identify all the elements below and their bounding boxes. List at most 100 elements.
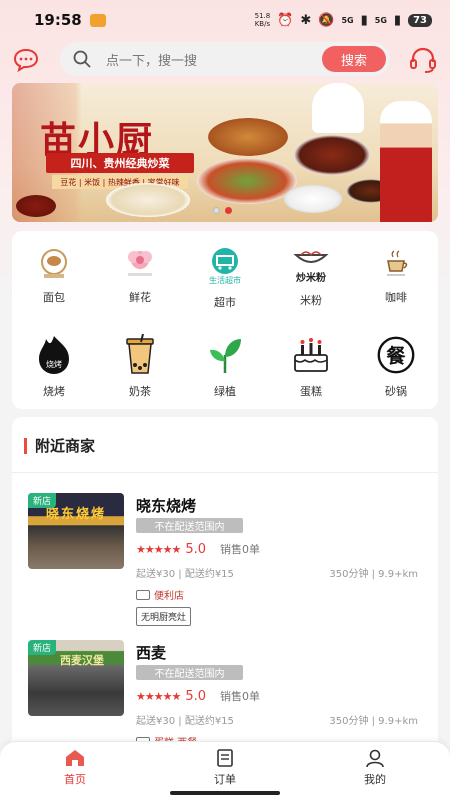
- rating-stars: ★★★★★: [136, 542, 181, 556]
- plant-icon: [203, 335, 247, 375]
- alarm-icon: ⏰: [277, 12, 294, 28]
- category-coffee[interactable]: 咖啡: [356, 233, 436, 305]
- shop-name: 晓东烧烤: [136, 497, 197, 515]
- flower-icon: [118, 247, 162, 281]
- nav-orders[interactable]: 订单: [185, 748, 265, 787]
- mute-icon: 🔕: [318, 12, 335, 28]
- rice-noodle-logo-text: 炒米粉: [296, 273, 326, 284]
- category-clay-pot[interactable]: 餐 砂锅: [356, 321, 436, 398]
- new-shop-badge: 新店: [28, 640, 57, 655]
- bluetooth-icon: ✱: [300, 12, 312, 28]
- sales-count: 销售0单: [220, 690, 260, 703]
- coffee-icon: [374, 247, 418, 281]
- order-icon: [217, 749, 233, 767]
- banner-chef-image: [380, 101, 432, 222]
- nearby-merchants-section: 附近商家 新店 晓东烧烤 晓东烧烤 不在配送范围内 ★★★★★ 5.0 销售0单…: [12, 417, 438, 757]
- store-icon: [136, 589, 150, 600]
- shop-tag: 无明厨亮灶: [136, 607, 192, 626]
- home-icon: [66, 750, 84, 766]
- status-time: 19:58: [34, 11, 82, 29]
- promo-banner[interactable]: 苗小厨 四川、贵州经典炒菜 豆花 | 米饭 | 热辣鲜香 | 家常好味: [12, 83, 438, 222]
- category-rice-noodle[interactable]: 炒米粉 米粉: [271, 233, 351, 307]
- divider: [12, 472, 438, 473]
- service-type: 便利店: [154, 591, 184, 602]
- service-row: 便利店: [136, 587, 184, 602]
- status-icons: 51.8 KB/s ⏰ ✱ 🔕 5G ▮ 5G ▮ 73: [255, 12, 432, 28]
- rating-row: ★★★★★ 5.0 销售0单: [136, 541, 260, 557]
- search-bar[interactable]: 点一下，搜一搜 搜索: [60, 42, 390, 76]
- network-speed: 51.8 KB/s: [254, 12, 271, 28]
- shop-image: 新店 西麦汉堡: [28, 640, 124, 716]
- signal-bars-icon-2: ▮: [393, 12, 402, 28]
- category-supermarket[interactable]: 生活超市 超市: [185, 233, 265, 309]
- nav-orders-label: 订单: [214, 773, 236, 786]
- rating-score: 5.0: [185, 541, 206, 557]
- shop-image: 新店 晓东烧烤: [28, 493, 124, 569]
- signal-5g-1: 5G: [341, 15, 354, 25]
- bbq-logo-text: 烧烤: [46, 359, 62, 369]
- sales-count: 销售0单: [220, 543, 260, 556]
- bbq-icon: 烧烤: [32, 335, 76, 375]
- banner-dish-image: [284, 185, 342, 213]
- signal-bars-icon: ▮: [360, 12, 368, 28]
- section-accent-bar: [24, 437, 27, 454]
- banner-chef-image: [312, 83, 364, 133]
- milk-tea-icon: [118, 334, 162, 375]
- bread-icon: [32, 247, 76, 281]
- status-bar: 19:58 51.8 KB/s ⏰ ✱ 🔕 5G ▮ 5G ▮ 73: [0, 0, 450, 40]
- banner-dish-image: [197, 158, 297, 204]
- banner-dish-image: [294, 135, 370, 175]
- banner-dot-active[interactable]: [225, 207, 232, 214]
- category-cake[interactable]: 蛋糕: [271, 321, 351, 398]
- rating-row: ★★★★★ 5.0 销售0单: [136, 688, 260, 704]
- nav-home[interactable]: 首页: [35, 748, 115, 787]
- category-flowers[interactable]: 鲜花: [100, 233, 180, 305]
- search-icon: [73, 50, 91, 68]
- banner-subtitle: 四川、贵州经典炒菜: [46, 153, 194, 173]
- nav-mine-label: 我的: [364, 773, 386, 786]
- shop-card[interactable]: 新店 晓东烧烤 晓东烧烤 不在配送范围内 ★★★★★ 5.0 销售0单 起送¥3…: [12, 493, 438, 633]
- category-bbq[interactable]: 烧烤 烧烤: [14, 321, 94, 398]
- banner-dish-image: [106, 183, 190, 217]
- banner-pagination: [213, 207, 232, 214]
- category-milk-tea[interactable]: 奶茶: [100, 321, 180, 398]
- chat-icon[interactable]: [13, 47, 39, 73]
- delivery-distance: 350分钟 | 9.9+km: [329, 569, 418, 580]
- shop-name: 西麦: [136, 644, 167, 662]
- delivery-info: 起送¥30 | 配送约¥15 350分钟 | 9.9+km: [136, 565, 418, 580]
- section-header: 附近商家: [24, 435, 95, 456]
- header: 点一下，搜一搜 搜索: [0, 42, 450, 78]
- rice-noodle-icon: 炒米粉: [289, 247, 333, 284]
- delivery-info: 起送¥30 | 配送约¥15 350分钟 | 9.9+km: [136, 712, 418, 727]
- supermarket-logo-text: 生活超市: [209, 276, 241, 285]
- clay-pot-logo-text: 餐: [386, 345, 406, 368]
- category-plants[interactable]: 绿植: [185, 321, 265, 398]
- section-title: 附近商家: [35, 437, 96, 455]
- new-shop-badge: 新店: [28, 493, 57, 508]
- banner-pepper-decoration: [16, 195, 56, 217]
- delivery-fee: 起送¥30 | 配送约¥15: [136, 569, 234, 580]
- supermarket-icon: 生活超市: [203, 247, 247, 286]
- signal-5g-2: 5G: [374, 15, 387, 25]
- clay-pot-icon: 餐: [374, 335, 418, 375]
- rating-score: 5.0: [185, 688, 206, 704]
- nav-home-label: 首页: [64, 773, 86, 786]
- search-button[interactable]: 搜索: [322, 46, 386, 72]
- delivery-fee: 起送¥30 | 配送约¥15: [136, 716, 234, 727]
- battery-indicator: 73: [408, 13, 432, 27]
- notification-app-icon: [89, 13, 106, 27]
- banner-dish-image: [208, 118, 288, 156]
- banner-dot[interactable]: [213, 207, 220, 214]
- delivery-distance: 350分钟 | 9.9+km: [329, 716, 418, 727]
- rating-stars: ★★★★★: [136, 689, 181, 703]
- category-grid: 面包 鲜花 生活超市 超市 炒米粉 米粉 咖啡 烧烤 烧烤 奶茶 绿植 蛋糕 餐…: [12, 231, 438, 409]
- nav-mine[interactable]: 我的: [335, 748, 415, 787]
- user-icon: [366, 749, 384, 768]
- search-input[interactable]: 点一下，搜一搜: [106, 50, 197, 69]
- delivery-range-tag: 不在配送范围内: [136, 665, 243, 680]
- delivery-range-tag: 不在配送范围内: [136, 518, 243, 533]
- home-indicator: [170, 791, 280, 795]
- customer-service-icon[interactable]: [408, 46, 438, 74]
- category-bread[interactable]: 面包: [14, 233, 94, 305]
- cake-icon: [289, 335, 333, 375]
